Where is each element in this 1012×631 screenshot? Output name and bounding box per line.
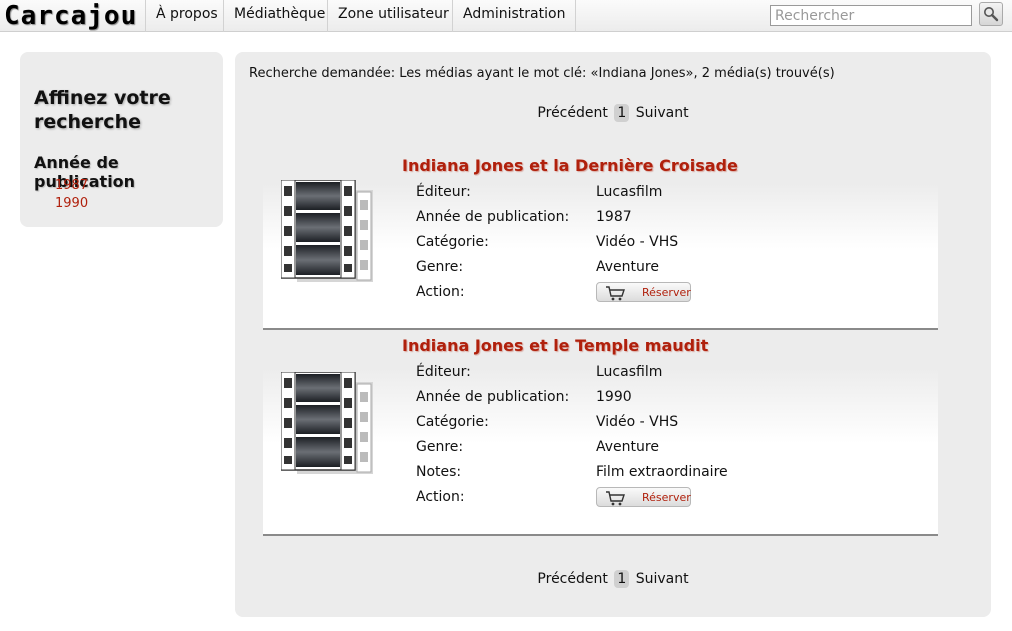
reserve-button[interactable]: Réserver: [596, 282, 691, 302]
field-value: Aventure: [596, 259, 659, 275]
field-value: Lucasfilm: [596, 364, 663, 380]
film-reel-icon: [281, 372, 373, 474]
result-title[interactable]: Indiana Jones et le Temple maudit: [402, 336, 708, 355]
shopping-cart-icon: [606, 286, 625, 301]
field-value: Film extraordinaire: [596, 464, 728, 480]
field-value: Lucasfilm: [596, 184, 663, 200]
field-label: Genre:: [416, 439, 464, 455]
field-label: Année de publication:: [416, 209, 570, 225]
pager-next-link[interactable]: Suivant: [636, 571, 689, 587]
film-reel-icon: [281, 180, 373, 282]
search-input[interactable]: [770, 5, 972, 26]
action-label: Action:: [416, 284, 465, 300]
field-label: Genre:: [416, 259, 464, 275]
reserve-button-label: Réserver: [642, 491, 691, 504]
nav-item-administration[interactable]: Administration: [452, 0, 577, 32]
shopping-cart-icon: [606, 491, 625, 506]
search-button[interactable]: [979, 2, 1003, 26]
top-navbar: Carcajou À propos Médiathèque Zone utili…: [0, 0, 1012, 32]
pager-top: Précédent 1 Suivant: [235, 104, 991, 122]
sidebar-title: Affinez votre recherche: [34, 87, 171, 133]
field-value: 1987: [596, 209, 632, 225]
pager-page-number[interactable]: 1: [614, 570, 630, 588]
results-panel: Recherche demandée: Les médias ayant le …: [235, 52, 991, 617]
action-label: Action:: [416, 489, 465, 505]
reserve-button[interactable]: Réserver: [596, 487, 691, 507]
field-label: Notes:: [416, 464, 462, 480]
refine-sidebar: Affinez votre recherche Année de publica…: [20, 52, 223, 227]
nav-item-a-propos[interactable]: À propos: [145, 0, 228, 32]
search-summary: Recherche demandée: Les médias ayant le …: [249, 66, 835, 81]
field-label: Catégorie:: [416, 414, 489, 430]
result-title[interactable]: Indiana Jones et la Dernière Croisade: [402, 156, 738, 175]
field-label: Année de publication:: [416, 389, 570, 405]
field-value: 1990: [596, 389, 632, 405]
field-label: Catégorie:: [416, 234, 489, 250]
year-filter-link[interactable]: 1987: [55, 178, 88, 193]
pager-page-number[interactable]: 1: [614, 104, 630, 122]
result-card: Indiana Jones et la Dernière Croisade Éd…: [263, 152, 938, 330]
field-value: Vidéo - VHS: [596, 234, 679, 250]
pager-prev-link[interactable]: Précédent: [537, 571, 607, 587]
year-filter-link[interactable]: 1990: [55, 196, 88, 211]
nav-item-mediatheque[interactable]: Médiathèque: [223, 0, 335, 32]
field-value: Vidéo - VHS: [596, 414, 679, 430]
field-label: Éditeur:: [416, 364, 471, 380]
pager-next-link[interactable]: Suivant: [636, 105, 689, 121]
field-label: Éditeur:: [416, 184, 471, 200]
nav-item-zone-utilisateur[interactable]: Zone utilisateur: [327, 0, 459, 32]
pager-prev-link[interactable]: Précédent: [537, 105, 607, 121]
result-card: Indiana Jones et le Temple maudit Éditeu…: [263, 332, 938, 536]
brand-logo[interactable]: Carcajou: [4, 0, 137, 32]
reserve-button-label: Réserver: [642, 286, 691, 299]
magnifier-icon: [984, 7, 999, 22]
field-value: Aventure: [596, 439, 659, 455]
pager-bottom: Précédent 1 Suivant: [235, 570, 991, 588]
